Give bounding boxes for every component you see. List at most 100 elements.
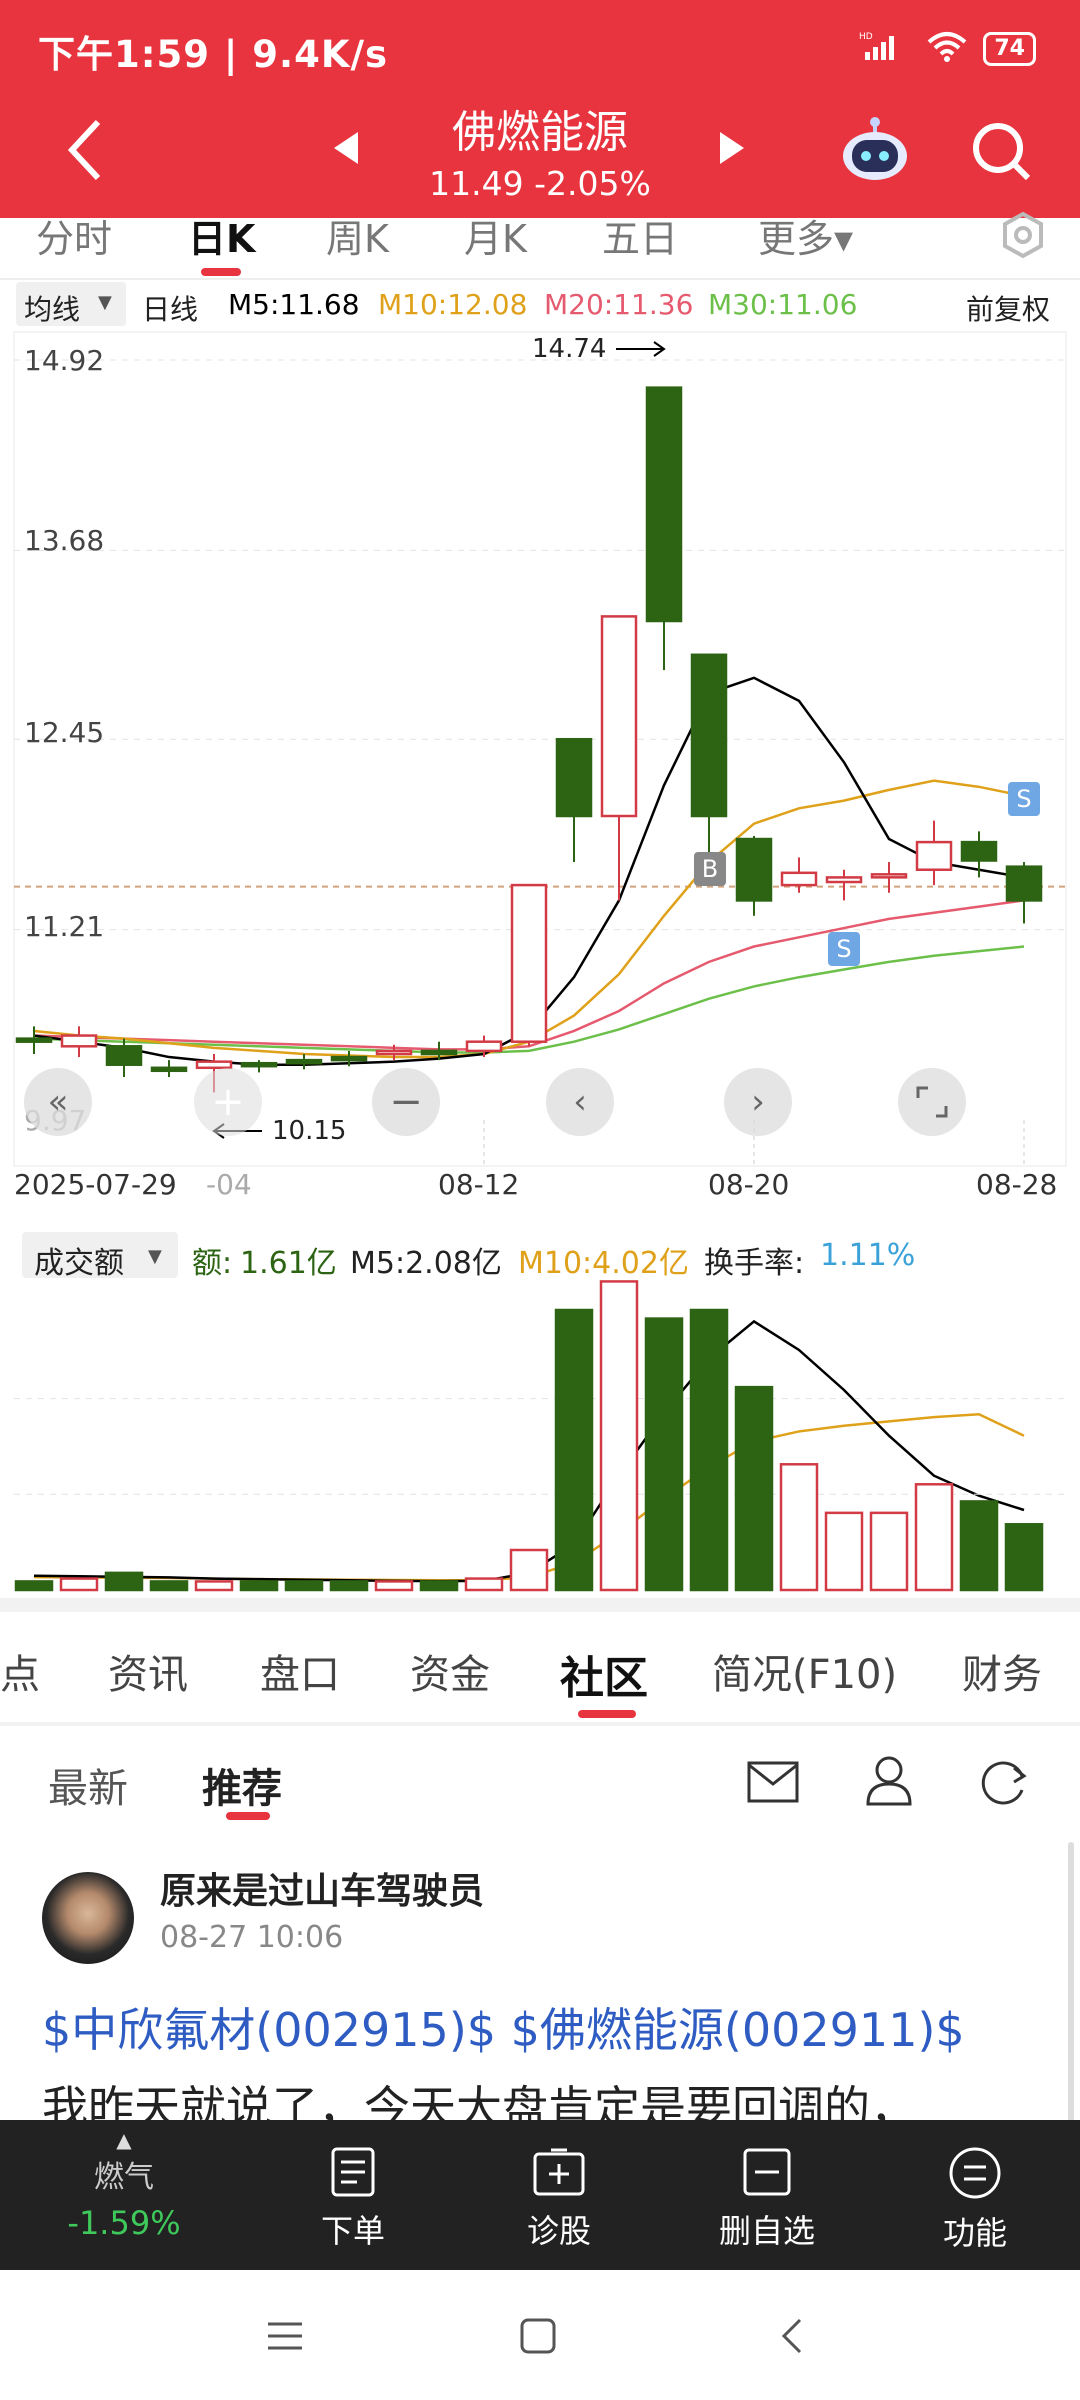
menu-icon[interactable] bbox=[264, 2318, 306, 2358]
volume-bar bbox=[374, 1580, 414, 1592]
volume-bar bbox=[779, 1463, 819, 1592]
home-icon[interactable] bbox=[518, 2316, 558, 2360]
post-card[interactable]: 原来是过山车驾驶员 08-27 10:06 $中欣氟材(002915)$ $佛燃… bbox=[0, 1842, 1080, 2122]
tab-daily-k[interactable]: 日K bbox=[188, 208, 255, 263]
function-button[interactable]: 功能 bbox=[900, 2146, 1050, 2254]
volume-bar bbox=[869, 1511, 909, 1592]
diagnose-label: 诊股 bbox=[526, 2212, 591, 2250]
tab-more[interactable]: 更多▾ bbox=[758, 208, 853, 263]
caret-up-icon: ▲ bbox=[116, 2128, 132, 2152]
candle bbox=[555, 737, 593, 818]
sub-tab-underline bbox=[226, 1812, 270, 1820]
price-tick: 11.21 bbox=[24, 910, 105, 943]
tab-monthly-k[interactable]: 月K bbox=[464, 208, 527, 263]
volume-bar bbox=[464, 1577, 504, 1592]
settings-icon[interactable] bbox=[998, 210, 1048, 269]
info-tabs: 点 资讯 盘口 资金 社区 简况(F10) 财务 bbox=[0, 1612, 1080, 1722]
candle bbox=[735, 837, 773, 902]
order-label: 下单 bbox=[320, 2212, 385, 2250]
volume-bar bbox=[239, 1580, 279, 1592]
tab-profile[interactable]: 简况(F10) bbox=[712, 1642, 897, 1700]
post-time: 08-27 10:06 bbox=[160, 1920, 344, 1955]
volume-bar bbox=[284, 1580, 324, 1592]
volume-bar bbox=[59, 1577, 99, 1592]
volume-bar bbox=[509, 1548, 549, 1592]
candle bbox=[870, 873, 908, 879]
vol-m10: M10:4.02亿 bbox=[518, 1246, 689, 1281]
sell-badge[interactable]: S bbox=[1008, 782, 1040, 816]
system-nav-bar bbox=[0, 2270, 1080, 2400]
candle bbox=[915, 840, 953, 871]
amount-value: 1.61亿 bbox=[240, 1246, 337, 1281]
scroll-left-icon[interactable]: ‹ bbox=[546, 1068, 614, 1136]
candle bbox=[420, 1049, 458, 1056]
fullscreen-icon[interactable] bbox=[898, 1068, 966, 1136]
candle bbox=[690, 653, 728, 818]
candle bbox=[1005, 865, 1043, 902]
refresh-icon[interactable] bbox=[978, 1756, 1030, 1818]
avatar[interactable] bbox=[42, 1872, 134, 1964]
stock-title: 佛燃能源 bbox=[452, 107, 628, 158]
sector-indicator[interactable]: ▲ 燃气 -1.59% bbox=[44, 2128, 204, 2242]
post-stock-tags[interactable]: $中欣氟材(002915)$ $佛燃能源(002911)$ bbox=[42, 1994, 965, 2060]
tab-five-day[interactable]: 五日 bbox=[602, 208, 678, 263]
order-button[interactable]: 下单 bbox=[278, 2146, 428, 2252]
candle bbox=[600, 615, 638, 818]
volume-bar bbox=[914, 1483, 954, 1592]
tab-news[interactable]: 资讯 bbox=[108, 1642, 188, 1700]
tab-orderbook[interactable]: 盘口 bbox=[260, 1642, 340, 1700]
status-time: 下午1:59 | 9.4K/s bbox=[38, 33, 389, 76]
mail-icon[interactable] bbox=[746, 1760, 800, 1814]
user-icon[interactable] bbox=[864, 1754, 914, 1816]
volume-selector-label: 成交额 bbox=[34, 1246, 124, 1281]
sub-tab-recommend[interactable]: 推荐 bbox=[202, 1756, 282, 1814]
volume-bar bbox=[959, 1500, 999, 1592]
scrollbar[interactable] bbox=[1068, 1842, 1074, 2122]
sell-badge[interactable]: S bbox=[828, 932, 860, 966]
search-icon[interactable] bbox=[970, 120, 1034, 188]
candle bbox=[780, 871, 818, 887]
battery-indicator: 74 bbox=[983, 32, 1036, 66]
tab-active-underline bbox=[201, 268, 241, 276]
buy-badge[interactable]: B bbox=[694, 852, 726, 886]
tab-community[interactable]: 社区 bbox=[560, 1642, 648, 1706]
robot-assistant-icon[interactable] bbox=[840, 114, 910, 188]
diagnose-button[interactable]: 诊股 bbox=[484, 2146, 634, 2252]
candle bbox=[510, 883, 548, 1043]
volume-bar bbox=[104, 1571, 144, 1592]
zoom-out-icon[interactable]: − bbox=[372, 1068, 440, 1136]
price-tick: 14.92 bbox=[24, 344, 105, 377]
wifi-icon bbox=[925, 30, 969, 68]
gap-divider bbox=[0, 1598, 1080, 1612]
remove-watchlist-button[interactable]: 删自选 bbox=[692, 2146, 842, 2252]
post-author[interactable]: 原来是过山车驾驶员 bbox=[160, 1862, 484, 1914]
scroll-right-icon[interactable]: › bbox=[724, 1068, 792, 1136]
svg-text:HD: HD bbox=[859, 32, 873, 42]
candle bbox=[960, 840, 998, 862]
volume-bar bbox=[329, 1580, 369, 1592]
date-tick: 08-28 bbox=[976, 1168, 1058, 1201]
diagnose-icon bbox=[533, 2148, 585, 2196]
date-axis: 2025-07-29 -04 08-12 08-20 08-28 bbox=[0, 1168, 1080, 1208]
tab-weekly-k[interactable]: 周K bbox=[326, 208, 389, 263]
volume-bar bbox=[734, 1385, 774, 1592]
volume-bar bbox=[1004, 1523, 1044, 1592]
sub-tab-latest[interactable]: 最新 bbox=[48, 1756, 128, 1814]
volume-bar-header: 成交额 ▼ 额: 1.61亿 M5:2.08亿 M10:4.02亿 换手率: 1… bbox=[0, 1232, 1080, 1281]
remove-watchlist-label: 删自选 bbox=[718, 2212, 815, 2250]
candle bbox=[825, 876, 863, 884]
tab-finance[interactable]: 财务 bbox=[962, 1642, 1042, 1700]
back-nav-icon[interactable] bbox=[776, 2316, 806, 2360]
tab-funds[interactable]: 资金 bbox=[410, 1642, 490, 1700]
tab-point[interactable]: 点 bbox=[0, 1642, 40, 1700]
tab-fenshi[interactable]: 分时 bbox=[36, 208, 112, 263]
zoom-in-icon[interactable]: + bbox=[194, 1068, 262, 1136]
bottom-toolbar: ▲ 燃气 -1.59% 下单 诊股 删自选 功能 bbox=[0, 2120, 1080, 2270]
minus-square-icon bbox=[743, 2148, 791, 2196]
status-icons: HD 74 bbox=[859, 30, 1036, 68]
volume-bar bbox=[644, 1317, 684, 1592]
date-tick: -04 bbox=[206, 1168, 252, 1201]
community-sub-tabs: 最新 推荐 bbox=[0, 1726, 1080, 1836]
fast-back-icon[interactable]: « bbox=[24, 1068, 92, 1136]
chevron-down-icon: ▼ bbox=[148, 1246, 162, 1267]
